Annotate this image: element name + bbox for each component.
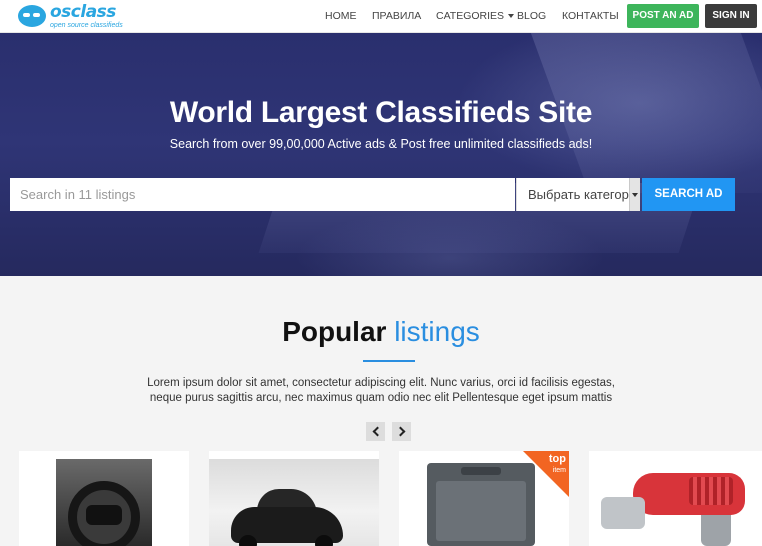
caret-down-icon — [508, 14, 515, 19]
badge-top-label: top — [548, 453, 566, 465]
nav-categories[interactable]: CATEGORIES — [436, 0, 515, 33]
hero-banner: World Largest Classifieds Site Search fr… — [0, 33, 762, 276]
hero-title: World Largest Classifieds Site — [169, 96, 593, 129]
top-item-badge: top item — [549, 454, 566, 476]
sign-in-button[interactable]: SIGN IN — [705, 4, 757, 28]
logo-name: osclass — [50, 1, 116, 22]
logo-tagline: open source classifieds — [50, 21, 123, 29]
listing-image-car — [209, 459, 379, 546]
listing-image-heat-gun — [589, 459, 762, 546]
hero-subtitle: Search from over 99,00,000 Active ads & … — [169, 137, 593, 151]
section-description: Lorem ipsum dolor sit amet, consectetur … — [147, 377, 615, 404]
section-title: Popular listings — [0, 316, 762, 348]
search-input[interactable] — [10, 178, 515, 211]
badge-item-label: item — [552, 467, 566, 474]
logo-mask-icon — [18, 5, 46, 27]
nav-home[interactable]: HOME — [325, 0, 357, 33]
section-underline — [363, 360, 415, 362]
category-select-value: Выбрать категорию — [528, 187, 640, 202]
listing-card[interactable] — [19, 451, 189, 546]
select-arrow-icon — [629, 178, 640, 211]
carousel-prev-button[interactable] — [366, 422, 385, 441]
search-ad-button[interactable]: SEARCH AD — [642, 178, 735, 211]
nav-contacts[interactable]: КОНТАКТЫ — [562, 0, 619, 33]
carousel-next-button[interactable] — [392, 422, 411, 441]
site-logo[interactable]: osclass open source classifieds — [18, 3, 123, 29]
listing-card[interactable]: top item — [399, 451, 569, 546]
nav-rules[interactable]: ПРАВИЛА — [372, 0, 421, 33]
listing-image-toolbox — [427, 463, 535, 546]
top-navbar: osclass open source classifieds HOME ПРА… — [0, 0, 762, 33]
nav-blog[interactable]: BLOG — [517, 0, 546, 33]
category-select[interactable]: Выбрать категорию — [516, 178, 640, 211]
nav-categories-label: CATEGORIES — [436, 10, 505, 22]
listing-card[interactable] — [209, 451, 379, 546]
listing-card[interactable] — [589, 451, 762, 546]
listing-image-steering-wheel — [56, 459, 152, 546]
section-title-bold: Popular — [282, 316, 387, 347]
post-ad-button[interactable]: POST AN AD — [627, 4, 699, 28]
section-title-light: listings — [394, 316, 480, 347]
